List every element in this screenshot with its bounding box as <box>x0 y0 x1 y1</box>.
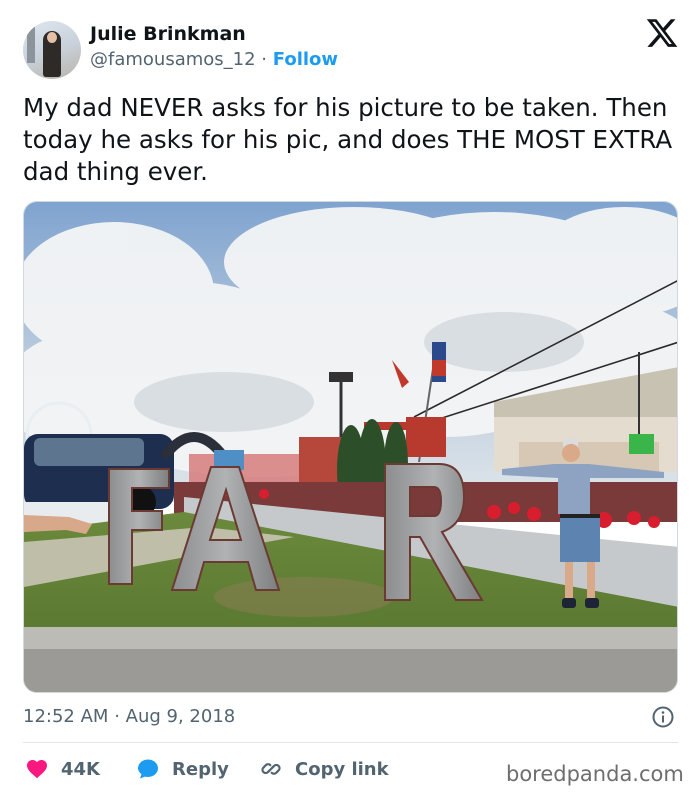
link-icon <box>261 763 281 775</box>
copy-link-button[interactable]: Copy link <box>259 757 389 781</box>
tweet-card: Julie Brinkman @famousamos_12 · Follow M… <box>0 0 700 796</box>
like-button[interactable]: 44K <box>25 757 100 781</box>
divider <box>23 742 678 743</box>
reply-bubble-icon <box>138 759 158 779</box>
author-handle-row: @famousamos_12 · Follow <box>90 49 338 70</box>
follow-button[interactable]: Follow <box>273 49 338 70</box>
info-icon[interactable] <box>651 705 675 729</box>
handle-separator: · <box>261 49 268 70</box>
tweet-date: Aug 9, 2018 <box>125 706 236 727</box>
x-logo-icon[interactable] <box>645 16 679 50</box>
like-count: 44K <box>61 758 100 780</box>
author-handle[interactable]: @famousamos_12 <box>90 49 256 70</box>
reply-label: Reply <box>172 758 229 780</box>
tweet-photo[interactable] <box>23 201 678 693</box>
tweet-time: 12:52 AM <box>23 706 109 727</box>
photo-scene <box>24 202 677 692</box>
tweet-timestamp[interactable]: 12:52 AM · Aug 9, 2018 <box>23 706 235 727</box>
watermark: boredpanda.com <box>506 762 684 786</box>
avatar-background-tower <box>27 27 35 63</box>
timestamp-separator: · <box>114 706 120 727</box>
reply-button[interactable]: Reply <box>136 757 229 781</box>
curb <box>24 627 677 649</box>
avatar-face <box>47 32 57 43</box>
copy-link-label: Copy link <box>295 758 389 780</box>
road <box>24 649 677 692</box>
avatar[interactable] <box>23 21 81 79</box>
gondola <box>629 434 654 454</box>
tweet-text: My dad NEVER asks for his picture to be … <box>23 93 673 186</box>
author-name[interactable]: Julie Brinkman <box>90 23 246 45</box>
heart-icon <box>27 760 47 779</box>
